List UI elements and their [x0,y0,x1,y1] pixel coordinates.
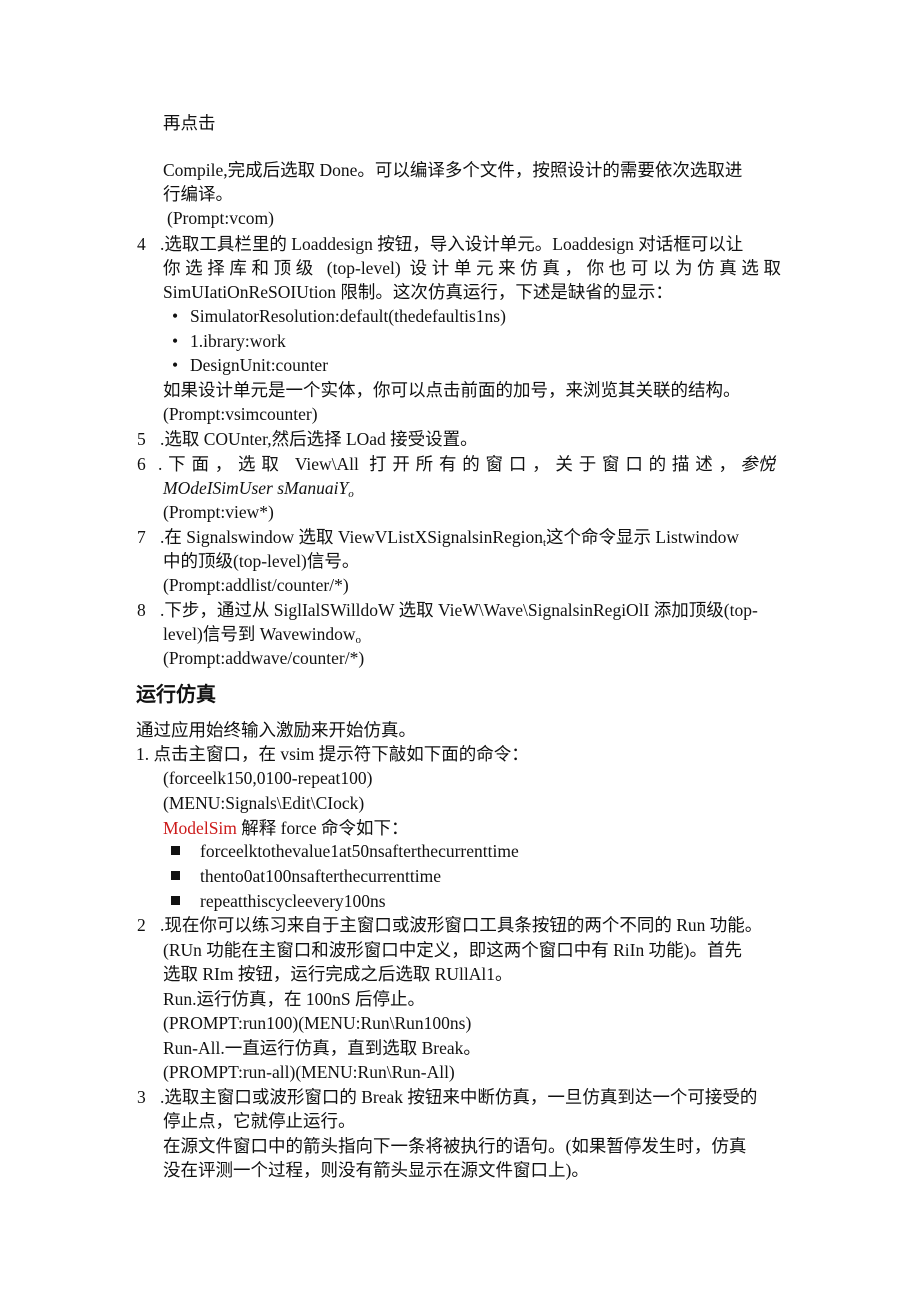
step-text-part: level)信号到 Wavewindow [163,624,356,644]
step-text: .选取工具栏里的 Loaddesign 按钮，导入设计单元。Loaddesign… [160,234,744,254]
command-text: (PROMPT:run100)(MENU:Run\Run100ns) [163,1013,472,1033]
prompt-text: (Prompt:vsimcounter) [163,404,318,424]
step-text: 中的顶级(top-level)信号。 [163,551,360,571]
step-text: 1. 点击主窗口，在 vsim 提示符下敲如下面的命令： [136,744,529,764]
step-text: 你选择库和顶级 (top-level) 设计单元来仿真，你也可以为仿真选取 [163,258,781,278]
step-text: .选取主窗口或波形窗口的 Break 按钮来中断仿真，一旦仿真到达一个可接受的 [160,1087,758,1107]
command-text: (PROMPT:run-all)(MENU:Run\Run-All) [163,1062,455,1082]
command-text: (forceelk150,0100-repeat100) [163,768,373,788]
step-number: 5 [137,429,146,449]
step-text-italic: 参悦 [740,454,775,474]
subscript: o [348,488,354,500]
prompt-text: (Prompt:view*) [163,502,274,522]
bullet-item: repeatthiscycleevery100ns [200,891,386,911]
bullet-item: SimulatorResolution:default(thedefaultis… [190,306,506,326]
step-text: .下步，通过从 SiglIalSWilldoW 选取 VieW\Wave\Sig… [160,600,758,620]
step-text-part: .在 Signalswindow 选取 ViewVListXSignalsinR… [160,527,543,547]
intro-line: Compile,完成后选取 Done。可以编译多个文件，按照设计的需要依次选取进 [163,160,743,180]
step-number: 2 [137,915,146,935]
step-text-part: 这个命令显示 Listwindow [546,527,740,547]
subscript: o [355,634,362,646]
step-number: 3 [137,1087,146,1107]
step-text: SimUIatiOnReSOIUtion 限制。这次仿真运行，下述是缺省的显示： [163,282,673,302]
step-text: .现在你可以练习来自于主窗口或波形窗口工具条按钮的两个不同的 Run 功能。 [160,915,763,935]
bullet-item: DesignUnit:counter [190,355,329,375]
step-text: 选取 RIm 按钮，运行完成之后选取 RUllAl1。 [163,964,513,984]
intro-line: 再点击 [163,113,216,133]
step-text: Run.运行仿真，在 100nS 后停止。 [163,989,426,1009]
step-text: .选取 COUnter,然后选择 LOad 接受设置。 [160,429,478,449]
square-bullet-icon [171,896,180,905]
bullet-item: forceelktothevalue1at50nsafterthecurrent… [200,841,519,861]
bullet-item: 1.ibrary:work [190,331,286,351]
step-text: Run-All.一直运行仿真，直到选取 Break。 [163,1038,481,1058]
bullet-icon: • [172,331,179,351]
square-bullet-icon [171,871,180,880]
prompt-text: (Prompt:addlist/counter/*) [163,575,349,595]
step-number: 6 [137,454,146,474]
menu-path-text: (MENU:Signals\Edit\CIock) [163,793,365,813]
prompt-text: (Prompt:vcom) [167,208,274,228]
step-text: (RUn 功能在主窗口和波形窗口中定义，即这两个窗口中有 RiIn 功能)。首先 [163,940,742,960]
bullet-icon: • [172,355,179,375]
explain-line: ModelSim 解释 force 命令如下： [163,816,408,840]
intro-line: 行编译。 [163,184,233,204]
prompt-text: (Prompt:addwave/counter/*) [163,648,365,668]
step-text: 没在评测一个过程，则没有箭头显示在源文件窗口上)。 [163,1160,589,1180]
bullet-item: thento0at100nsafterthecurrenttime [200,866,442,886]
step-number: 4 [137,234,146,254]
square-bullet-icon [171,846,180,855]
step-text: 如果设计单元是一个实体，你可以点击前面的加号，来浏览其关联的结构。 [163,380,741,400]
section-intro: 通过应用始终输入激励来开始仿真。 [136,720,416,740]
step-number: 7 [137,527,146,547]
bullet-icon: • [172,306,179,326]
modelsim-name: ModelSim [163,818,237,838]
step-text: 停止点，它就停止运行。 [163,1111,356,1131]
step-number: 8 [137,600,146,620]
step-text: .下面，选取 View\All 打开所有的窗口，关于窗口的描述， [158,454,736,474]
explain-text: 解释 force 命令如下： [236,818,409,838]
step-text: 在源文件窗口中的箭头指向下一条将被执行的语句。(如果暂停发生时，仿真 [163,1136,747,1156]
manual-title-text: MOdeISimUser sManuaiY [163,478,349,498]
section-heading: 运行仿真 [136,682,216,706]
